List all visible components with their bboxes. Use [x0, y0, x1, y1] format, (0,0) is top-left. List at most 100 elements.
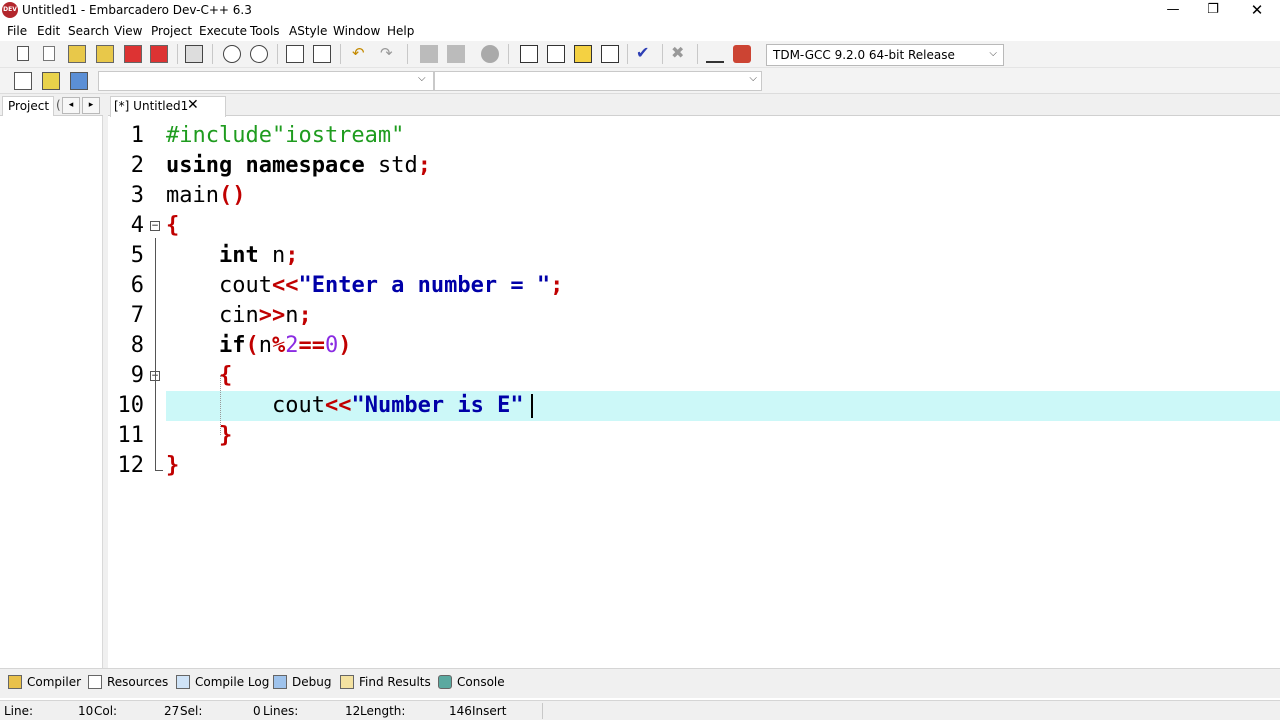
tab-untitled1[interactable]: [*] Untitled1 ✕ [110, 96, 226, 117]
tab-compiler[interactable]: Compiler [8, 675, 81, 689]
tab-find-results[interactable]: Find Results [340, 675, 431, 689]
code-line-10: cout<<"Number is E" [271, 393, 524, 418]
tab-debug[interactable]: Debug [273, 675, 331, 689]
member-combo[interactable]: ⌵ [434, 71, 762, 91]
status-length-value: 146 [449, 704, 472, 718]
status-lines-label: Lines: [263, 704, 299, 718]
app-logo-icon: DEV [2, 2, 18, 18]
stop-execution-icon[interactable]: ✖ [671, 45, 689, 63]
close-all-icon[interactable] [150, 45, 168, 63]
tab-scroll-right-icon[interactable]: ▸ [82, 97, 100, 114]
window-title: Untitled1 - Embarcadero Dev-C++ 6.3 [22, 3, 252, 17]
code-editor[interactable]: 1 2 3 4 5 6 7 8 9 10 11 12 − − #include"… [108, 120, 1280, 666]
menu-help[interactable]: Help [387, 24, 414, 38]
line-number: 2 [130, 153, 144, 178]
toolbar-separator [177, 44, 178, 64]
compile-run-icon[interactable] [574, 45, 592, 63]
menu-window[interactable]: Window [333, 24, 380, 38]
code-line-1: #include"iostream" [166, 123, 405, 148]
chevron-down-icon: ⌵ [989, 48, 997, 59]
replace-icon[interactable] [250, 45, 268, 63]
line-number: 4 [130, 213, 144, 238]
undo-icon[interactable]: ↶ [352, 45, 370, 63]
print-icon[interactable] [185, 45, 203, 63]
console-icon [438, 675, 452, 689]
menu-execute[interactable]: Execute [199, 24, 247, 38]
resources-icon [88, 675, 102, 689]
open-file-icon[interactable] [40, 45, 58, 63]
syntax-check-icon[interactable]: ✔ [636, 45, 654, 63]
class-browser-icon[interactable] [70, 72, 88, 90]
menu-edit[interactable]: Edit [37, 24, 60, 38]
tab-project[interactable]: Project [2, 96, 54, 116]
code-line-11: } [218, 423, 233, 448]
debug-icon[interactable] [733, 45, 751, 63]
menu-bar: File Edit Search View Project Execute To… [0, 21, 1280, 41]
code-line-4: { [166, 213, 180, 238]
status-line-label: Line: [4, 704, 34, 718]
project-tree-panel[interactable] [0, 116, 103, 668]
menu-tools[interactable]: Tools [250, 24, 280, 38]
compiler-profile-select[interactable]: TDM-GCC 9.2.0 64-bit Release ⌵ [766, 44, 1004, 66]
menu-search[interactable]: Search [68, 24, 109, 38]
close-window-button[interactable]: ✕ [1234, 0, 1280, 21]
indent-icon[interactable] [420, 45, 438, 63]
compile-icon[interactable] [520, 45, 538, 63]
compile-log-icon [176, 675, 190, 689]
rebuild-all-icon[interactable] [601, 45, 619, 63]
line-number: 12 [117, 453, 145, 478]
toggle-bookmark-icon[interactable] [286, 45, 304, 63]
save-icon[interactable] [68, 45, 86, 63]
tab-compile-log[interactable]: Compile Log [176, 675, 269, 689]
menu-astyle[interactable]: AStyle [289, 24, 327, 38]
menu-file[interactable]: File [7, 24, 27, 38]
find-results-icon [340, 675, 354, 689]
save-all-icon[interactable] [96, 45, 114, 63]
code-line-5: int n; [218, 243, 299, 268]
toolbar-separator [212, 44, 213, 64]
debug-icon [273, 675, 287, 689]
tab-scroll-left-icon[interactable]: ◂ [62, 97, 80, 114]
code-line-12: } [166, 453, 180, 478]
status-line-value: 10 [78, 704, 94, 718]
line-number: 1 [130, 123, 144, 148]
line-number: 10 [117, 393, 145, 418]
unindent-icon[interactable] [447, 45, 465, 63]
close-icon[interactable]: ✕ [187, 97, 199, 113]
goto-line-icon[interactable] [313, 45, 331, 63]
maximize-button[interactable]: ❐ [1190, 0, 1236, 21]
menu-project[interactable]: Project [151, 24, 192, 38]
toolbar-separator [277, 44, 278, 64]
code-line-6: cout<<"Enter a number = "; [218, 273, 564, 298]
code-line-3: main() [166, 183, 246, 208]
line-number: 9 [130, 363, 144, 388]
tab-resources[interactable]: Resources [88, 675, 168, 689]
new-file-icon[interactable] [14, 45, 32, 63]
line-number: 11 [117, 423, 145, 448]
line-number: 6 [130, 273, 144, 298]
comment-icon[interactable] [481, 45, 499, 63]
fold-region-line [155, 238, 156, 470]
insert-icon[interactable] [14, 72, 32, 90]
menu-view[interactable]: View [114, 24, 142, 38]
tab-classes-partial[interactable]: ( [56, 98, 61, 112]
main-toolbar: ↶ ↷ ✔ ✖ TDM-GCC 9.2.0 64-bit Release ⌵ [0, 41, 1280, 68]
run-icon[interactable] [547, 45, 565, 63]
goto-icon[interactable] [42, 72, 60, 90]
redo-icon[interactable]: ↷ [380, 45, 398, 63]
class-combo[interactable] [98, 71, 434, 91]
tab-console[interactable]: Console [438, 675, 505, 689]
fold-toggle-icon[interactable]: − [150, 221, 160, 231]
toolbar-separator [407, 44, 408, 64]
bottom-panel-tabs: Compiler Resources Compile Log Debug Fin… [0, 668, 1280, 698]
toolbar-separator [662, 44, 663, 64]
toolbar-separator [340, 44, 341, 64]
status-separator [542, 703, 543, 719]
fold-region-end [155, 470, 163, 471]
close-file-icon[interactable] [124, 45, 142, 63]
title-bar: DEV Untitled1 - Embarcadero Dev-C++ 6.3 … [0, 0, 1280, 21]
profile-icon[interactable] [706, 45, 724, 63]
status-lines-value: 12 [345, 704, 361, 718]
find-icon[interactable] [223, 45, 241, 63]
left-panel-tabs: Project ( ◂ ▸ [0, 94, 104, 116]
